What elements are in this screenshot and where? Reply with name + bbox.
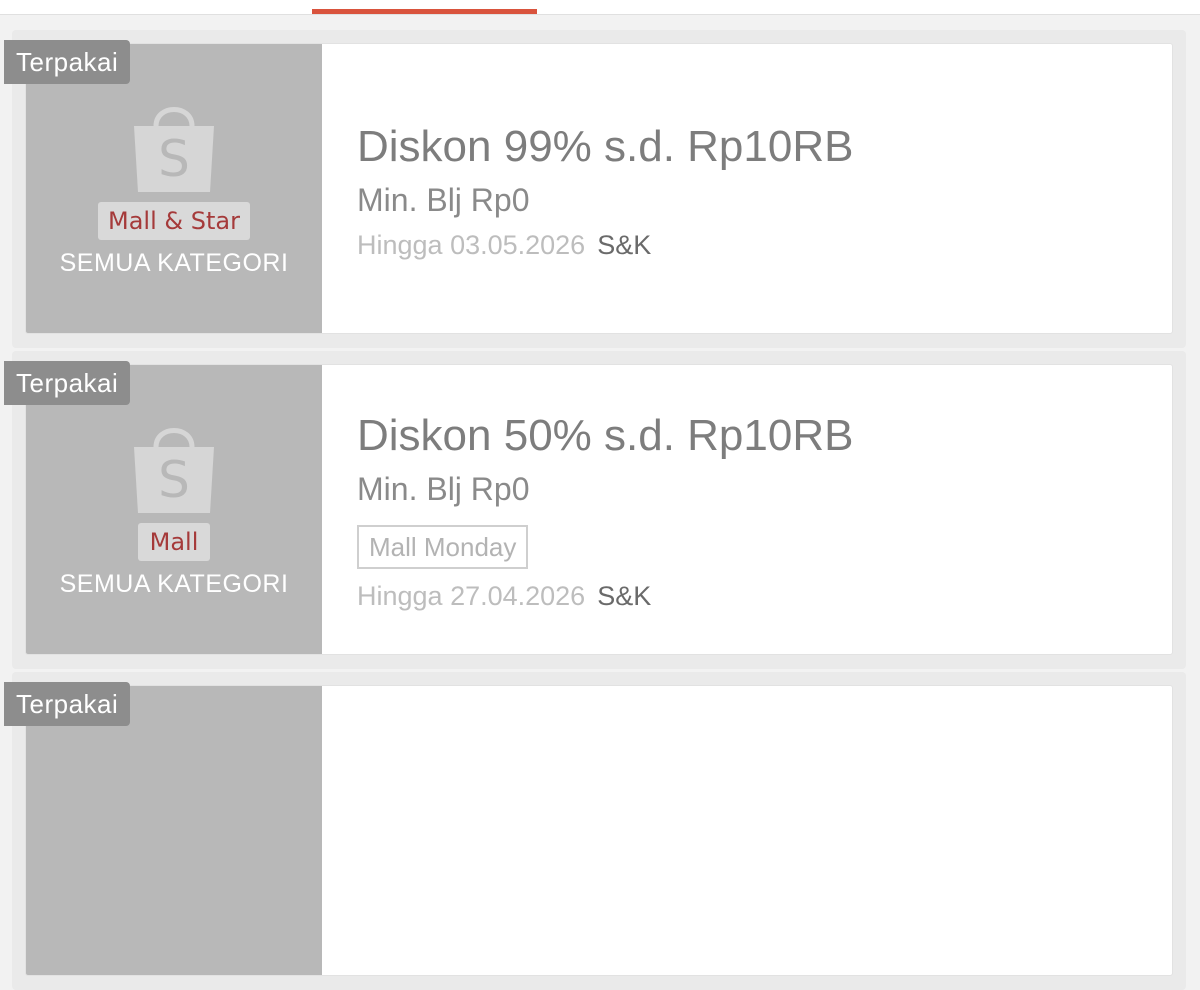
- voucher-expiry-row: Hingga 03.05.2026 S&K: [357, 230, 651, 261]
- tab-bar: [0, 0, 1200, 15]
- svg-text:S: S: [158, 130, 190, 188]
- voucher-details: Diskon 99% s.d. Rp10RB Min. Blj Rp0 Hing…: [357, 44, 1157, 333]
- store-tag: Mall & Star: [98, 202, 250, 240]
- shopee-bag-icon: S: [134, 428, 214, 513]
- voucher-expiry: Hingga 03.05.2026: [357, 230, 586, 260]
- voucher-card[interactable]: S Mall & Star SEMUA KATEGORI Diskon 99% …: [4, 30, 1186, 348]
- voucher-details: Diskon 50% s.d. Rp10RB Min. Blj Rp0 Mall…: [357, 365, 1157, 654]
- active-tab-indicator: [312, 9, 537, 14]
- terms-link[interactable]: S&K: [597, 581, 651, 611]
- voucher-left-panel: S Mall & Star SEMUA KATEGORI: [26, 44, 322, 333]
- voucher-card[interactable]: S Mall SEMUA KATEGORI Diskon 50% s.d. Rp…: [4, 351, 1186, 669]
- voucher-ticket: [25, 685, 1173, 976]
- svg-text:S: S: [158, 451, 190, 509]
- voucher-min-purchase: Min. Blj Rp0: [357, 471, 530, 507]
- voucher-min-purchase: Min. Blj Rp0: [357, 182, 530, 218]
- voucher-card[interactable]: Terpakai: [4, 672, 1186, 990]
- voucher-left-panel: [26, 686, 322, 975]
- ticket-notches: [26, 403, 33, 653]
- voucher-expiry-row: Hingga 27.04.2026 S&K: [357, 581, 651, 612]
- voucher-ticket: S Mall & Star SEMUA KATEGORI Diskon 99% …: [25, 43, 1173, 334]
- voucher-expiry: Hingga 27.04.2026: [357, 581, 586, 611]
- voucher-title: Diskon 99% s.d. Rp10RB: [357, 122, 854, 171]
- status-badge: Terpakai: [4, 40, 131, 84]
- voucher-ticket: S Mall SEMUA KATEGORI Diskon 50% s.d. Rp…: [25, 364, 1173, 655]
- promo-label: Mall Monday: [357, 525, 529, 569]
- status-badge: Terpakai: [4, 361, 131, 405]
- status-badge: Terpakai: [4, 682, 131, 726]
- shopee-bag-icon: S: [134, 107, 214, 192]
- voucher-left-panel: S Mall SEMUA KATEGORI: [26, 365, 322, 654]
- terms-link[interactable]: S&K: [597, 230, 651, 260]
- voucher-category: SEMUA KATEGORI: [59, 249, 289, 277]
- voucher-title: Diskon 50% s.d. Rp10RB: [357, 411, 854, 460]
- voucher-category: SEMUA KATEGORI: [59, 570, 289, 598]
- store-tag: Mall: [138, 523, 210, 561]
- ticket-notches: [26, 82, 33, 332]
